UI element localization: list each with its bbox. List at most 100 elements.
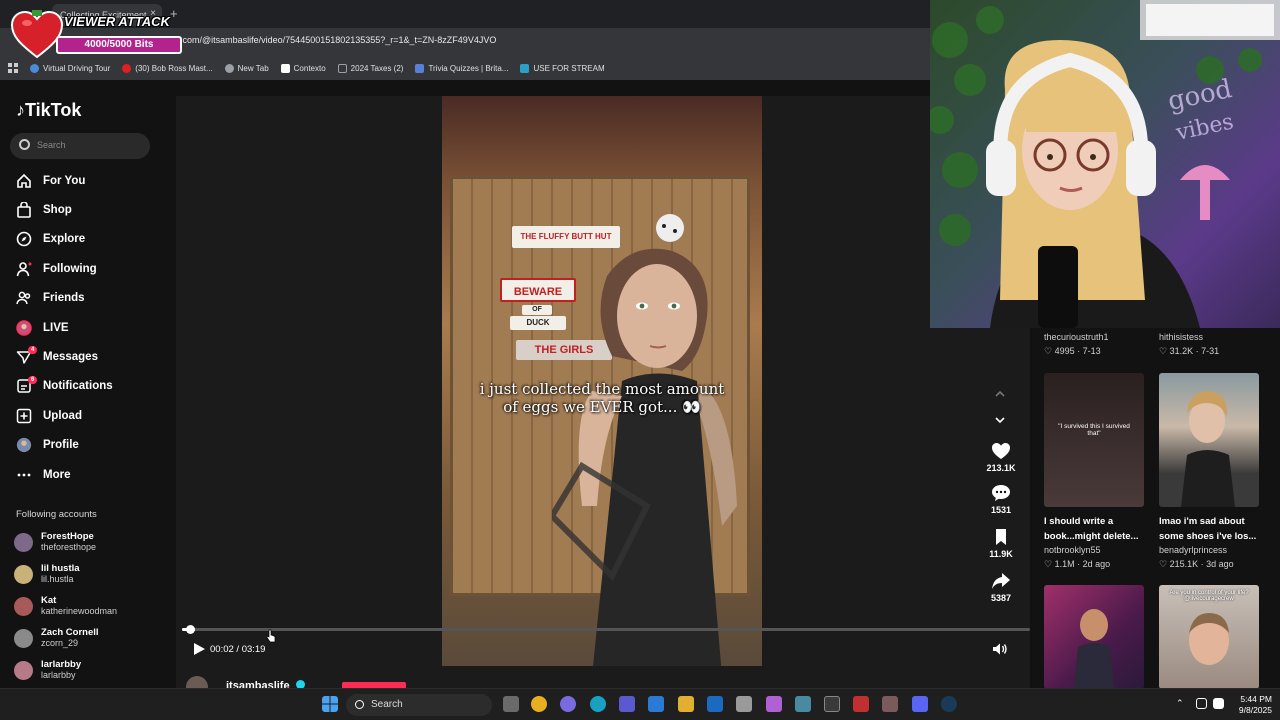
sidebar-item-explore[interactable]: Explore	[0, 225, 176, 254]
bookmark-use-for-stream[interactable]: USE FOR STREAM	[520, 63, 605, 73]
play-icon[interactable]	[192, 642, 206, 656]
app-icon[interactable]	[766, 696, 782, 712]
sidebar-item-friends[interactable]: Friends	[0, 284, 176, 313]
edge-icon[interactable]	[590, 696, 606, 712]
avatar	[14, 533, 33, 552]
sidebar-item-shop[interactable]: Shop	[0, 195, 176, 224]
chevron-down-icon[interactable]	[990, 410, 1010, 430]
chrome-icon	[224, 63, 234, 73]
suggestion-stats: ♡ 1.1M · 2d ago	[1044, 559, 1111, 569]
mouse-cursor-icon	[266, 629, 276, 643]
following-account[interactable]: ForestHope theforesthope	[14, 528, 174, 560]
bits-progress-bar: 4000/5000 Bits	[56, 36, 182, 54]
copilot-icon[interactable]	[560, 696, 576, 712]
heart-icon	[992, 443, 1010, 459]
thumbnail-child	[1074, 609, 1114, 689]
bookmark-contexto[interactable]: Contexto	[280, 63, 326, 73]
following-accounts-heading: Following accounts	[16, 509, 97, 520]
apps-grid-icon[interactable]	[8, 63, 18, 73]
suggestion-title[interactable]: lmao i'm sad about some shoes i've los..…	[1159, 514, 1263, 544]
network-icon[interactable]	[1196, 698, 1207, 709]
viewer-attack-widget: VIEWER ATTACK 4000/5000 Bits	[8, 6, 188, 60]
url-text[interactable]: .com/@itsambaslife/video/754450015180213…	[180, 35, 496, 45]
search-icon	[355, 700, 364, 709]
teams-icon[interactable]	[619, 696, 635, 712]
thumbnail-overlay-text: "I survived this I survived that"	[1058, 423, 1130, 437]
search-input[interactable]: Search	[10, 133, 150, 159]
britannica-icon	[415, 63, 425, 73]
app-icon[interactable]	[882, 696, 898, 712]
app-icon[interactable]	[795, 696, 811, 712]
app-icon[interactable]	[824, 696, 840, 712]
share-button[interactable]: 5387	[982, 572, 1020, 603]
comment-button[interactable]: 1531	[982, 484, 1020, 515]
chevron-up-icon[interactable]: ⌃	[1176, 698, 1184, 709]
following-accounts-list: ForestHope theforesthope lil hustla lil.…	[14, 528, 174, 688]
avatar	[14, 597, 33, 616]
sidebar-item-following[interactable]: Following	[0, 254, 176, 283]
chrome-icon[interactable]	[531, 696, 547, 712]
task-view-icon[interactable]	[503, 696, 519, 712]
mail-icon[interactable]	[648, 696, 664, 712]
speaker-icon[interactable]	[1213, 698, 1224, 709]
suggestion-user[interactable]: benadyrlprincess	[1159, 545, 1227, 555]
bookmark-bob-ross[interactable]: (30) Bob Ross Mast...	[122, 63, 213, 73]
folder-icon	[337, 63, 347, 73]
bookmark-taxes-folder[interactable]: 2024 Taxes (2)	[337, 63, 403, 73]
bookmark-trivia-quizzes[interactable]: Trivia Quizzes | Brita...	[415, 63, 508, 73]
suggestion-stats: ♡ 215.1K · 3d ago	[1159, 559, 1234, 569]
taskbar-clock[interactable]: 5:44 PM 9/8/2025	[1232, 694, 1272, 716]
video-progress-handle[interactable]	[186, 625, 196, 634]
volume-icon[interactable]	[992, 642, 1008, 656]
following-account[interactable]: lil hustla lil.hustla	[14, 560, 174, 592]
store-icon[interactable]	[736, 696, 752, 712]
sidebar-item-messages[interactable]: 4 Messages	[0, 342, 176, 371]
sidebar-item-profile[interactable]: Profile	[0, 431, 176, 460]
sidebar-item-more[interactable]: More	[0, 460, 176, 489]
share-icon	[992, 573, 1010, 589]
file-explorer-icon[interactable]	[678, 696, 694, 712]
sidebar-item-upload[interactable]: Upload	[0, 401, 176, 430]
tiktok-logo[interactable]: ♪TikTok	[16, 100, 81, 121]
taskbar-search[interactable]: Search	[346, 694, 492, 716]
outlook-icon[interactable]	[707, 696, 723, 712]
suggestion-title[interactable]: I should write a book...might delete...	[1044, 514, 1148, 544]
profile-icon	[16, 437, 32, 453]
bookmark-new-tab[interactable]: New Tab	[224, 63, 269, 73]
windows-start-icon[interactable]	[322, 696, 338, 712]
youtube-icon	[122, 63, 132, 73]
live-icon	[16, 319, 32, 336]
following-account[interactable]: larlarbby larlarbby	[14, 656, 174, 688]
suggestion-user[interactable]: thecurioustruth1	[1044, 332, 1109, 342]
following-account[interactable]: Zach Cornell zcorn_29	[14, 624, 174, 656]
discord-icon[interactable]	[912, 696, 928, 712]
steam-icon[interactable]	[941, 696, 957, 712]
suggestion-user[interactable]: hithisistess	[1159, 332, 1203, 342]
suggested-videos: thecurioustruth1 ♡ 4995 · 7-13 hithisist…	[1030, 328, 1280, 689]
webcam-feed: good vibes	[930, 0, 1280, 328]
video-caption: i just collected the most amount of eggs…	[479, 380, 725, 416]
suggestion-thumbnail[interactable]	[1159, 373, 1259, 507]
like-button[interactable]: 213.1K	[982, 442, 1020, 473]
suggestion-thumbnail[interactable]: Are you in control of your life? @liveco…	[1159, 585, 1259, 689]
app-icon[interactable]	[853, 696, 869, 712]
sidebar-item-notifications[interactable]: 6 Notifications	[0, 372, 176, 401]
suggestion-thumbnail[interactable]	[1044, 585, 1144, 689]
video-sign: OF	[522, 305, 552, 315]
comment-count: 1531	[990, 505, 1012, 515]
heart-outline-icon: ♡	[1044, 346, 1053, 356]
bookmark-virtual-driving-tour[interactable]: Virtual Driving Tour	[30, 63, 110, 73]
heart-outline-icon: ♡	[1044, 559, 1053, 569]
suggestion-stats: ♡ 31.2K · 7-31	[1159, 346, 1220, 356]
sidebar-item-live[interactable]: LIVE	[0, 313, 176, 342]
suggestion-user[interactable]: notbrooklyn55	[1044, 545, 1101, 555]
sidebar-item-for-you[interactable]: For You	[0, 166, 176, 195]
following-account[interactable]: Kat katherinewoodman	[14, 592, 174, 624]
chevron-up-icon[interactable]	[990, 384, 1010, 404]
video-progress-bar[interactable]	[182, 625, 1030, 634]
suggestion-thumbnail[interactable]: "I survived this I survived that"	[1044, 373, 1144, 507]
save-button[interactable]: 11.9K	[982, 528, 1020, 559]
video-player[interactable]: THE FLUFFY BUTT HUT BEWARE OF DUCK THE G…	[442, 96, 762, 666]
screen: Collecting Excitement × + .com/@itsambas…	[0, 0, 1280, 720]
messages-badge: 4	[28, 346, 38, 355]
